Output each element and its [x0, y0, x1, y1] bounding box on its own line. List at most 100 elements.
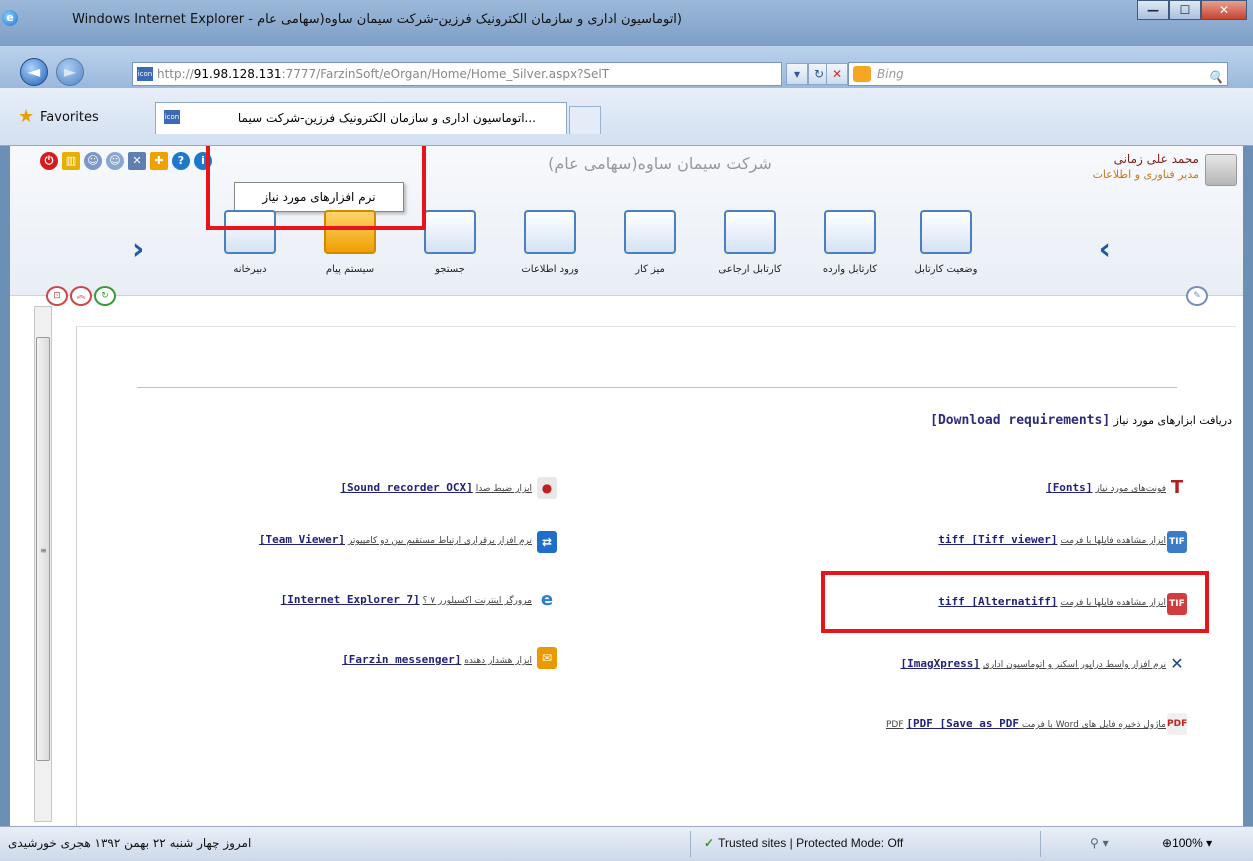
search-icon[interactable]: 🔍 [1208, 66, 1223, 88]
vertical-scrollbar[interactable]: ≡ [34, 306, 52, 822]
item-link[interactable]: [PDF [Save as PDF [906, 717, 1019, 730]
item-link[interactable]: [Sound recorder OCX] [340, 481, 472, 494]
tab-favicon-icon: icon [164, 110, 180, 124]
toolbar-item-cartable-status[interactable]: وضعیت کارتابل [900, 210, 992, 275]
site-favicon-icon: icon [137, 67, 153, 81]
tab-active[interactable]: ...اتوماسیون اداری و سازمان الکترونیک فر… [155, 102, 567, 134]
scrollbar-thumb[interactable]: ≡ [36, 337, 50, 761]
toolbar-item-referral[interactable]: کارتابل ارجاعی [704, 210, 796, 275]
list-item[interactable]: مرورگر اینترنت اکسپلورر ۷ ؟ [Internet Ex… [281, 593, 532, 615]
toolbar-label: جستجو [435, 264, 465, 275]
refresh-panel-icon[interactable]: ↻ [94, 286, 116, 306]
close-button[interactable]: ✕ [1201, 0, 1247, 20]
address-host: 91.98.128.131 [193, 67, 282, 81]
highlight-box [206, 146, 426, 230]
address-rest: :7777/FarzinSoft/eOrgan/Home/Home_Silver… [281, 67, 610, 81]
highlight-box [821, 571, 1209, 633]
power-icon[interactable]: ⏻ [40, 152, 58, 170]
item-link[interactable]: [tiff [Tiff viewer [938, 533, 1057, 546]
bing-logo-icon [853, 66, 871, 82]
close-panel-icon[interactable]: ⊡ [46, 286, 68, 306]
status-zone[interactable]: ✓ Trusted sites | Protected Mode: Off [704, 836, 903, 850]
tools-icon[interactable]: ✕ [128, 152, 146, 170]
app-header: محمد علی زمانی مدیر فناوری و اطلاعات شرک… [10, 146, 1243, 296]
chart-icon[interactable]: ▥ [62, 152, 80, 170]
list-item[interactable]: فونت‌های مورد نیاز [Fonts] [1046, 481, 1166, 503]
data-entry-icon [524, 210, 576, 254]
search-input[interactable]: Bing 🔍 [848, 62, 1228, 86]
toolbar-label: ورود اطلاعات [521, 264, 579, 275]
toolbar-label: دبیرخانه [233, 264, 267, 275]
new-tab-button[interactable] [569, 106, 601, 134]
item-desc: مرورگر اینترنت اکسپلورر ۷ ؟ [422, 596, 532, 606]
zoom-icon: ⊕ [1162, 836, 1173, 850]
list-item[interactable]: ابزار مشاهده فایلها با فرمت [tiff [Tiff … [938, 533, 1166, 555]
status-separator [690, 831, 691, 857]
favorites-star-icon[interactable]: ★ [18, 106, 34, 127]
contacts-icon[interactable]: ☺ [106, 152, 124, 170]
favorites-button[interactable]: Favorites [40, 110, 99, 125]
download-title-en: [Download requirements] [930, 413, 1111, 428]
toolbar-prev-arrow-icon[interactable]: ‹ [1099, 232, 1111, 267]
user-role: مدیر فناوری و اطلاعات [1092, 168, 1199, 181]
list-item[interactable]: نرم افزار برقراری ارتباط مستقیم بین دو ک… [259, 533, 532, 555]
pie-chart-icon [920, 210, 972, 254]
stop-icon[interactable]: ✕ [826, 63, 848, 85]
item-link[interactable]: [ImagXpress] [900, 657, 979, 670]
window-title: (اتوماسیون اداری و سازمان الکترونیک فرزی… [72, 12, 682, 27]
user-name: محمد علی زمانی [1113, 152, 1199, 166]
web-page: محمد علی زمانی مدیر فناوری و اطلاعات شرک… [10, 146, 1243, 826]
address-bar[interactable]: icon http://91.98.128.131:7777/FarzinSof… [132, 62, 782, 86]
company-name: شرکت سیمان ساوه(سهامی عام) [548, 154, 772, 173]
item-desc: نرم افزار واسط درایور اسکنر و اتوماسیون … [982, 660, 1166, 670]
teamviewer-icon: ⇄ [537, 531, 557, 553]
navigation-bar: ◄ ► icon http://91.98.128.131:7777/Farzi… [0, 46, 1253, 88]
toolbar-label: میز کار [635, 264, 665, 275]
item-link[interactable]: [Fonts] [1046, 481, 1092, 494]
item-desc: ابزار مشاهده فایلها با فرمت [1060, 536, 1166, 546]
toolbar-next-arrow-icon[interactable]: › [132, 232, 144, 267]
list-item[interactable]: ابزار هشدار دهنده [Farzin messenger] [342, 653, 532, 675]
item-link[interactable]: [Farzin messenger] [342, 653, 461, 666]
users-icon[interactable]: ☺ [84, 152, 102, 170]
list-item[interactable]: ماژول ذخیره فایل های Word با فرمت PDF [P… [886, 717, 1166, 739]
help-icon[interactable]: ? [172, 152, 190, 170]
divider [137, 387, 1177, 388]
outbox-icon [724, 210, 776, 254]
minimize-button[interactable]: — [1137, 0, 1169, 20]
toolbar-label: سیستم پیام [325, 264, 375, 275]
trusted-check-icon: ✓ [704, 836, 715, 850]
collapse-icon[interactable]: ︽ [70, 286, 92, 306]
fonts-icon: T [1170, 477, 1184, 498]
avatar[interactable] [1205, 154, 1237, 186]
toolbar-item-data-entry[interactable]: ورود اطلاعات [504, 210, 596, 275]
ie-logo-icon: e [2, 10, 18, 26]
tiff-viewer-icon: TIF [1167, 531, 1187, 553]
forward-button[interactable]: ► [56, 58, 84, 86]
desk-icon [624, 210, 676, 254]
status-zone-text: Trusted sites | Protected Mode: Off [718, 836, 904, 850]
download-title: دریافت ابزارهای مورد نیاز [Download requ… [930, 413, 1232, 428]
download-title-fa: دریافت ابزارهای مورد نیاز [1113, 414, 1232, 427]
maximize-button[interactable]: ☐ [1169, 0, 1201, 20]
magnifier-icon [424, 210, 476, 254]
item-link[interactable]: [Internet Explorer 7] [281, 593, 420, 606]
toolbar-label: کارتابل وارده [822, 264, 878, 275]
list-item[interactable]: نرم افزار واسط درایور اسکنر و اتوماسیون … [900, 657, 1166, 679]
toolbar-item-desk[interactable]: میز کار [604, 210, 696, 275]
toolbar-item-incoming[interactable]: کارتابل وارده [804, 210, 896, 275]
edit-panel-icon[interactable]: ✎ [1186, 286, 1208, 306]
zoom-level[interactable]: ⊕100% ▾ [1162, 836, 1212, 850]
imagxpress-icon: ✕ [1170, 654, 1184, 673]
item-link[interactable]: [Team Viewer] [259, 533, 345, 546]
favorites-bar: ★ Favorites ...اتوماسیون اداری و سازمان … [0, 88, 1253, 146]
compatibility-icon[interactable]: ▾ [786, 63, 808, 85]
inbox-icon [824, 210, 876, 254]
puzzle-icon[interactable]: ✚ [150, 152, 168, 170]
list-item[interactable]: ابزار ضبط صدا [Sound recorder OCX] [340, 481, 532, 503]
back-button[interactable]: ◄ [20, 58, 48, 86]
security-lock-icon[interactable]: ⚲ ▾ [1090, 836, 1109, 850]
toolbar-label: وضعیت کارتابل [914, 264, 978, 275]
item-desc: نرم افزار برقراری ارتباط مستقیم بین دو ک… [347, 536, 532, 546]
toolbar-label: کارتابل ارجاعی [718, 264, 782, 275]
